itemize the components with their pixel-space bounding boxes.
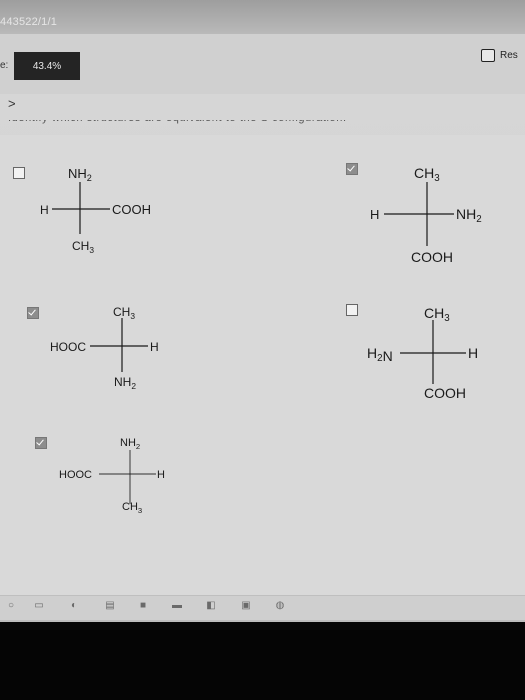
fischer-1-bottom: CH3 bbox=[72, 239, 94, 255]
fischer-4-bottom: COOH bbox=[424, 385, 466, 401]
fischer-5-left: HOOC bbox=[59, 469, 92, 481]
fischer-projections: NH2 CH3 H COOH CH3 COOH H NH2 CH3 NH2 HO… bbox=[40, 165, 482, 515]
fischer-4-top: CH3 bbox=[424, 305, 450, 324]
fischer-3-bottom: NH2 bbox=[114, 375, 136, 391]
fischer-4-left: H2N bbox=[367, 345, 393, 364]
files-icon[interactable]: ▤ bbox=[104, 600, 116, 612]
fischer-1-top: NH2 bbox=[68, 166, 92, 183]
fischer-option-4: CH3 COOH H2N H bbox=[367, 305, 478, 401]
fischer-2-right: NH2 bbox=[456, 206, 482, 225]
fischer-3-left: HOOC bbox=[50, 340, 86, 354]
fischer-5-right: H bbox=[157, 469, 165, 481]
fischer-option-2: CH3 COOH H NH2 bbox=[370, 165, 482, 265]
fischer-option-3: CH3 NH2 HOOC H bbox=[50, 305, 159, 391]
screen: 443522/1/1 e: 43.4% Res > Identify which… bbox=[0, 0, 525, 622]
fischer-5-bottom: CH3 bbox=[122, 501, 142, 515]
word-icon[interactable]: ◧ bbox=[205, 600, 217, 612]
fischer-2-top: CH3 bbox=[414, 165, 440, 184]
fischer-3-top: CH3 bbox=[113, 305, 135, 321]
fischer-option-5: NH2 CH3 HOOC H bbox=[59, 437, 165, 515]
fischer-4-right: H bbox=[468, 345, 478, 361]
fischer-3-right: H bbox=[150, 340, 159, 354]
fischer-2-bottom: COOH bbox=[411, 249, 453, 265]
fischer-2-left: H bbox=[370, 207, 379, 222]
media-icon[interactable]: ▣ bbox=[240, 600, 252, 612]
start-circle-icon[interactable]: ○ bbox=[5, 600, 17, 612]
browser-icon[interactable]: ◐ bbox=[68, 600, 80, 612]
task-view-icon[interactable]: ▭ bbox=[33, 600, 45, 612]
fischer-5-top: NH2 bbox=[120, 437, 140, 451]
chrome-icon[interactable]: ◍ bbox=[274, 600, 286, 612]
mail-icon[interactable]: ▬ bbox=[171, 600, 183, 612]
fischer-1-right: COOH bbox=[112, 202, 151, 217]
fischer-1-left: H bbox=[40, 203, 49, 217]
screen-bezel bbox=[0, 622, 525, 700]
fischer-option-1: NH2 CH3 H COOH bbox=[40, 166, 151, 255]
store-icon[interactable]: ■ bbox=[137, 600, 149, 612]
